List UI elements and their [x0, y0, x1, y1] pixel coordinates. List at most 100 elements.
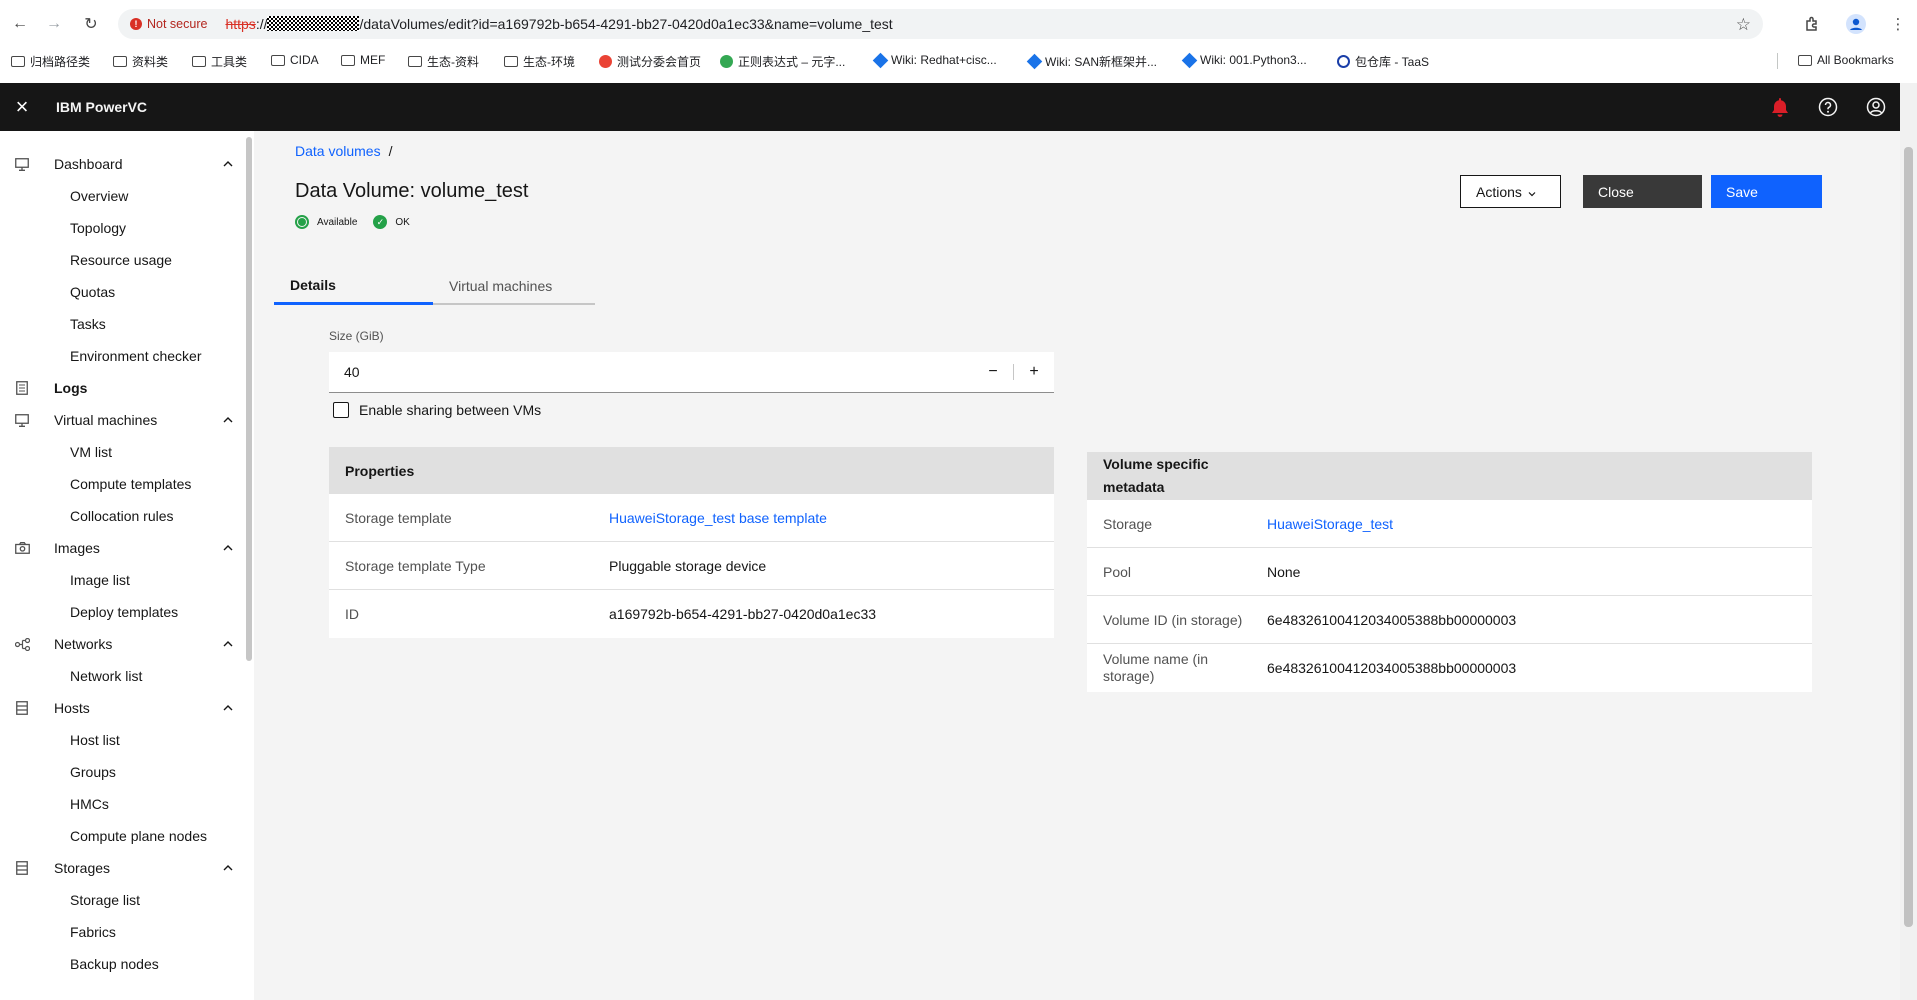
actions-button[interactable]: Actions [1460, 175, 1561, 208]
breadcrumb-data-volumes[interactable]: Data volumes [295, 143, 381, 159]
browser-menu-icon[interactable]: ⋮ [1887, 13, 1909, 35]
status-row: Available ✓ OK [295, 215, 410, 229]
sidebar-group-logs[interactable]: Logs [0, 372, 246, 404]
metadata-row: Storage HuaweiStorage_test [1087, 500, 1812, 548]
sidebar-item-host-list[interactable]: Host list [0, 724, 246, 756]
not-secure-label: Not secure [147, 17, 208, 31]
server-icon [14, 700, 30, 716]
sidebar-group-virtual-machines[interactable]: Virtual machines [0, 404, 246, 436]
tab-details[interactable]: Details [274, 268, 433, 305]
sidebar-item-overview[interactable]: Overview [0, 180, 246, 212]
bookmark-item[interactable]: 包仓库 - TaaS [1337, 53, 1429, 70]
tab-virtual-machines[interactable]: Virtual machines [433, 268, 595, 305]
increment-button[interactable]: + [1014, 352, 1054, 393]
metadata-card: Volume specific metadata Storage HuaweiS… [1087, 452, 1812, 692]
bookmark-item[interactable]: 生态-资料 [408, 53, 479, 70]
reload-icon[interactable]: ↻ [81, 14, 101, 34]
folder-icon [504, 56, 518, 67]
sidebar-item-compute-plane-nodes[interactable]: Compute plane nodes [0, 820, 246, 852]
metadata-value: 6e48326100412034005388bb00000003 [1267, 611, 1517, 628]
sidebar-group-networks[interactable]: Networks [0, 628, 246, 660]
bookmark-item[interactable]: Wiki: Redhat+cisc... [872, 52, 997, 68]
sharing-label: Enable sharing between VMs [359, 402, 542, 418]
sidebar-item-fabrics[interactable]: Fabrics [0, 916, 246, 948]
status-ok: OK [395, 216, 410, 228]
chevron-up-icon[interactable] [222, 542, 234, 554]
site-icon [1337, 55, 1350, 68]
bookmark-star-icon[interactable]: ☆ [1736, 15, 1751, 35]
save-button[interactable]: Save [1711, 175, 1822, 208]
bookmark-item[interactable]: 正则表达式 – 元字... [720, 53, 845, 70]
bookmark-item[interactable]: MEF [341, 53, 385, 67]
size-stepper[interactable]: 40 − + [329, 352, 1054, 393]
breadcrumb-separator: / [388, 143, 393, 159]
sharing-checkbox[interactable] [333, 402, 349, 418]
sidebar-scrollbar[interactable] [246, 137, 252, 661]
all-bookmarks[interactable]: All Bookmarks [1798, 53, 1894, 67]
sidebar-item-resource-usage[interactable]: Resource usage [0, 244, 246, 276]
sidebar-item-collocation-rules[interactable]: Collocation rules [0, 500, 246, 532]
chevron-up-icon[interactable] [222, 862, 234, 874]
bookmark-item[interactable]: Wiki: SAN新框架并... [1026, 53, 1157, 70]
sidebar-item-image-list[interactable]: Image list [0, 564, 246, 596]
decrement-button[interactable]: − [973, 352, 1013, 393]
sidebar-item-vm-list[interactable]: VM list [0, 436, 246, 468]
sidebar-item-groups[interactable]: Groups [0, 756, 246, 788]
page-scrollbar-thumb[interactable] [1904, 147, 1913, 927]
sidebar-item-backup-nodes[interactable]: Backup nodes [0, 948, 246, 980]
log-document-icon [14, 380, 30, 396]
close-menu-icon[interactable]: × [0, 83, 44, 131]
warning-icon: ! [130, 18, 142, 30]
extensions-icon[interactable] [1801, 13, 1823, 35]
sidebar-group-dashboard[interactable]: Dashboard [0, 148, 246, 180]
folder-icon [113, 56, 127, 67]
size-input[interactable]: 40 [344, 364, 973, 380]
notification-bell-icon[interactable] [1768, 95, 1792, 119]
sidebar-item-tasks[interactable]: Tasks [0, 308, 246, 340]
bookmark-item[interactable]: 资料类 [113, 53, 168, 70]
bookmark-item[interactable]: 归档路径类 [11, 53, 90, 70]
sidebar-group-storages[interactable]: Storages [0, 852, 246, 884]
bookmark-item[interactable]: 测试分委会首页 [599, 53, 701, 70]
bookmark-item[interactable]: 生态-环境 [504, 53, 575, 70]
sidebar-item-quotas[interactable]: Quotas [0, 276, 246, 308]
folder-icon [11, 56, 25, 67]
bookmarks-divider [1777, 53, 1778, 69]
chevron-up-icon[interactable] [222, 158, 234, 170]
bookmark-item[interactable]: CIDA [271, 53, 319, 67]
bookmark-item[interactable]: 工具类 [192, 53, 247, 70]
address-bar[interactable]: ! Not secure https:// /dataVolumes/edit?i… [118, 9, 1763, 39]
folder-icon [408, 56, 422, 67]
sidebar-item-network-list[interactable]: Network list [0, 660, 246, 692]
sidebar-item-environment-checker[interactable]: Environment checker [0, 340, 246, 372]
sidebar-item-hmcs[interactable]: HMCs [0, 788, 246, 820]
forward-icon[interactable]: → [44, 14, 64, 34]
property-key: Storage template [345, 509, 452, 526]
sidebar-group-images[interactable]: Images [0, 532, 246, 564]
sidebar-group-hosts[interactable]: Hosts [0, 692, 246, 724]
sidebar-item-deploy-templates[interactable]: Deploy templates [0, 596, 246, 628]
chevron-up-icon[interactable] [222, 414, 234, 426]
properties-row: Storage template HuaweiStorage_test base… [329, 494, 1054, 542]
profile-icon[interactable] [1845, 13, 1867, 35]
sidebar-nav: Dashboard Overview Topology Resource usa… [0, 131, 254, 1000]
close-button[interactable]: Close [1583, 175, 1702, 208]
not-secure-chip[interactable]: ! Not secure [130, 17, 217, 31]
chevron-up-icon[interactable] [222, 638, 234, 650]
storage-link[interactable]: HuaweiStorage_test [1267, 516, 1393, 532]
metadata-row: Pool None [1087, 548, 1812, 596]
bookmark-item[interactable]: Wiki: 001.Python3... [1181, 52, 1307, 68]
chevron-up-icon[interactable] [222, 702, 234, 714]
url-separator: :// [255, 16, 268, 32]
back-icon[interactable]: ← [10, 14, 30, 34]
wiki-icon [1181, 52, 1198, 68]
sidebar-item-compute-templates[interactable]: Compute templates [0, 468, 246, 500]
sharing-checkbox-row[interactable]: Enable sharing between VMs [333, 402, 541, 418]
help-icon[interactable] [1816, 95, 1840, 119]
page-scrollbar[interactable] [1900, 83, 1917, 1000]
storage-template-link[interactable]: HuaweiStorage_test base template [609, 510, 827, 526]
sidebar-item-topology[interactable]: Topology [0, 212, 246, 244]
sidebar-item-storage-list[interactable]: Storage list [0, 884, 246, 916]
metadata-key: Volume name (in storage) [1103, 651, 1209, 684]
user-avatar-icon[interactable] [1864, 95, 1888, 119]
